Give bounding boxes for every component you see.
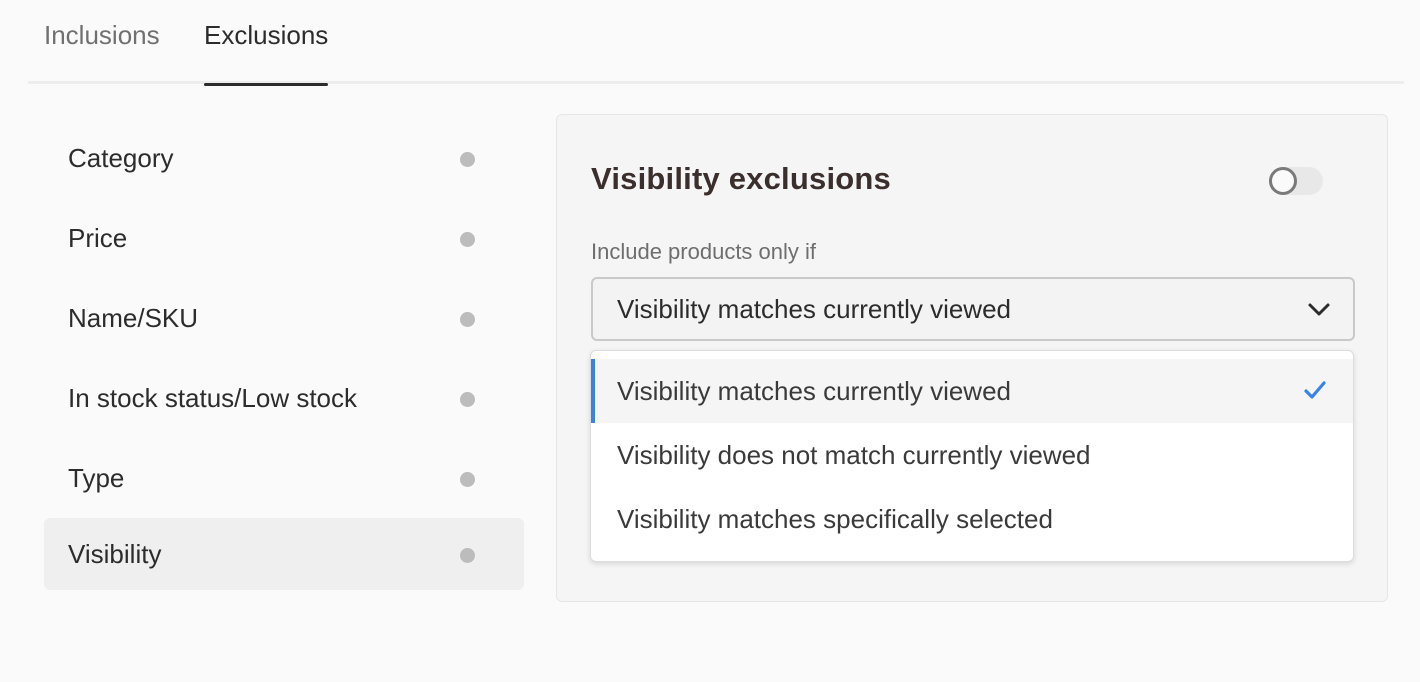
- menu-option-matches-current[interactable]: Visibility matches currently viewed: [591, 359, 1353, 423]
- filter-sidebar: Category Price Name/SKU In stock status/…: [44, 118, 524, 598]
- page: Inclusions Exclusions Category Price Nam…: [0, 0, 1420, 682]
- select-value: Visibility matches currently viewed: [617, 294, 1011, 324]
- menu-option-not-match-current[interactable]: Visibility does not match currently view…: [591, 423, 1353, 487]
- sidebar-item-label: Category: [68, 143, 174, 173]
- tab-exclusions[interactable]: Exclusions: [204, 0, 329, 86]
- menu-option-specifically-selected[interactable]: Visibility matches specifically selected: [591, 487, 1353, 551]
- dropdown-menu: Visibility matches currently viewed Visi…: [590, 350, 1354, 562]
- visibility-condition-select[interactable]: Visibility matches currently viewed: [591, 277, 1355, 341]
- field-label: Include products only if: [591, 239, 817, 264]
- toggle-knob: [1269, 167, 1297, 195]
- panel-title: Visibility exclusions: [591, 161, 891, 196]
- status-dot: [460, 548, 475, 563]
- sidebar-item-label: Type: [68, 463, 125, 493]
- tab-inclusions[interactable]: Inclusions: [44, 0, 160, 84]
- status-dot: [460, 312, 475, 327]
- tab-bar: Inclusions Exclusions: [28, 0, 1404, 86]
- option-label: Visibility matches specifically selected: [617, 504, 1053, 534]
- sidebar-item-label: In stock status/Low stock: [68, 383, 358, 413]
- status-dot: [460, 392, 475, 407]
- sidebar-item-visibility[interactable]: Visibility: [44, 518, 524, 590]
- sidebar-item-category[interactable]: Category: [44, 118, 524, 190]
- status-dot: [460, 472, 475, 487]
- option-label: Visibility matches currently viewed: [617, 376, 1011, 406]
- status-dot: [460, 152, 475, 167]
- status-dot: [460, 232, 475, 247]
- option-label: Visibility does not match currently view…: [617, 440, 1091, 470]
- sidebar-item-name-sku[interactable]: Name/SKU: [44, 278, 524, 350]
- sidebar-item-stock-status[interactable]: In stock status/Low stock: [44, 358, 524, 430]
- sidebar-item-label: Price: [68, 223, 128, 253]
- sidebar-item-price[interactable]: Price: [44, 198, 524, 270]
- checkmark-icon: [1304, 381, 1326, 399]
- chevron-down-icon: [1308, 303, 1330, 316]
- sidebar-item-label: Visibility: [68, 539, 162, 569]
- visibility-exclusions-toggle[interactable]: [1269, 167, 1323, 195]
- sidebar-item-type[interactable]: Type: [44, 438, 524, 510]
- sidebar-item-label: Name/SKU: [68, 303, 199, 333]
